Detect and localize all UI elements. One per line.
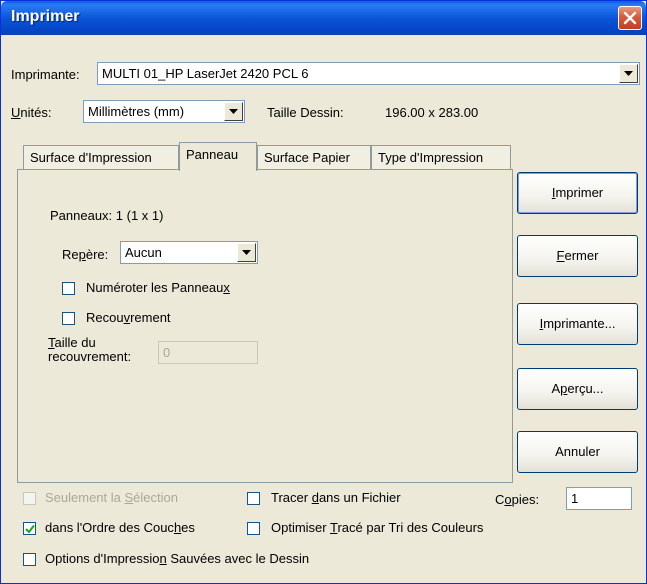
panneaux-count: Panneaux: 1 (1 x 1) bbox=[50, 208, 164, 223]
close-icon bbox=[623, 11, 637, 25]
printer-select[interactable]: MULTI 01_HP LaserJet 2420 PCL 6 bbox=[97, 62, 640, 85]
imprimante-button[interactable]: Imprimante... bbox=[517, 303, 638, 345]
repere-label: Repère: bbox=[62, 247, 109, 262]
options-sauvees-label: Options d'Impression Sauvées avec le Des… bbox=[45, 551, 310, 566]
tracer-fichier-checkbox[interactable] bbox=[247, 492, 260, 505]
taille-recouvrement-input[interactable]: 0 bbox=[158, 341, 258, 364]
title-bar[interactable]: Imprimer bbox=[1, 1, 646, 35]
numeroter-label: Numéroter les Panneaux bbox=[86, 280, 230, 295]
copies-label: Copies: bbox=[495, 492, 540, 507]
ordre-couches-label: dans l'Ordre des Couches bbox=[45, 520, 195, 535]
print-dialog: Imprimer Imprimante: MULTI 01_HP LaserJe… bbox=[0, 0, 647, 584]
tracer-fichier-label: Tracer dans un Fichier bbox=[271, 490, 401, 505]
tab-type-impression[interactable]: Type d'Impression bbox=[371, 145, 511, 169]
recouvrement-checkbox[interactable] bbox=[62, 312, 75, 325]
repere-dropdown-arrow[interactable] bbox=[237, 243, 256, 262]
window-title: Imprimer bbox=[11, 8, 80, 25]
tab-panneau[interactable]: Panneau bbox=[179, 142, 257, 171]
chevron-down-icon bbox=[229, 109, 238, 114]
recouvrement-label: Recouvrement bbox=[86, 310, 171, 325]
chevron-down-icon bbox=[624, 71, 633, 76]
tab-panel-panneau: Panneaux: 1 (1 x 1) Repère: Aucun Numéro… bbox=[17, 169, 513, 483]
units-label: Unités: bbox=[11, 105, 52, 120]
options-sauvees-checkbox[interactable] bbox=[23, 553, 36, 566]
chevron-down-icon bbox=[242, 250, 251, 255]
units-dropdown-arrow[interactable] bbox=[224, 102, 243, 121]
copies-input[interactable]: 1 bbox=[566, 487, 632, 510]
imprimer-button[interactable]: Imprimer bbox=[517, 172, 638, 214]
selection-label: Seulement la Sélection bbox=[45, 490, 178, 505]
printer-label: Imprimante: bbox=[11, 67, 80, 82]
close-button[interactable] bbox=[618, 6, 642, 30]
tab-surface-impression[interactable]: Surface d'Impression bbox=[23, 145, 179, 169]
tab-surface-papier[interactable]: Surface Papier bbox=[257, 145, 371, 169]
printer-dropdown-arrow[interactable] bbox=[619, 64, 638, 83]
taille-recouvrement-label: Taille du recouvrement: bbox=[48, 335, 132, 364]
ordre-couches-checkbox[interactable] bbox=[23, 522, 36, 535]
numeroter-checkbox[interactable] bbox=[62, 282, 75, 295]
repere-select[interactable]: Aucun bbox=[120, 241, 258, 264]
drawing-size-label: Taille Dessin: bbox=[267, 105, 344, 120]
drawing-size-value: 196.00 x 283.00 bbox=[385, 105, 479, 120]
units-select[interactable]: Millimètres (mm) bbox=[83, 100, 245, 123]
repere-value: Aucun bbox=[125, 245, 162, 260]
optimiser-trace-label: Optimiser Tracé par Tri des Couleurs bbox=[271, 520, 484, 535]
fermer-button[interactable]: Fermer bbox=[517, 235, 638, 277]
units-value: Millimètres (mm) bbox=[88, 104, 185, 119]
checkmark-icon bbox=[25, 524, 35, 534]
selection-checkbox[interactable] bbox=[23, 492, 36, 505]
optimiser-trace-checkbox[interactable] bbox=[247, 522, 260, 535]
apercu-button[interactable]: Aperçu... bbox=[517, 368, 638, 410]
annuler-button[interactable]: Annuler bbox=[517, 431, 638, 473]
printer-value: MULTI 01_HP LaserJet 2420 PCL 6 bbox=[102, 66, 309, 81]
